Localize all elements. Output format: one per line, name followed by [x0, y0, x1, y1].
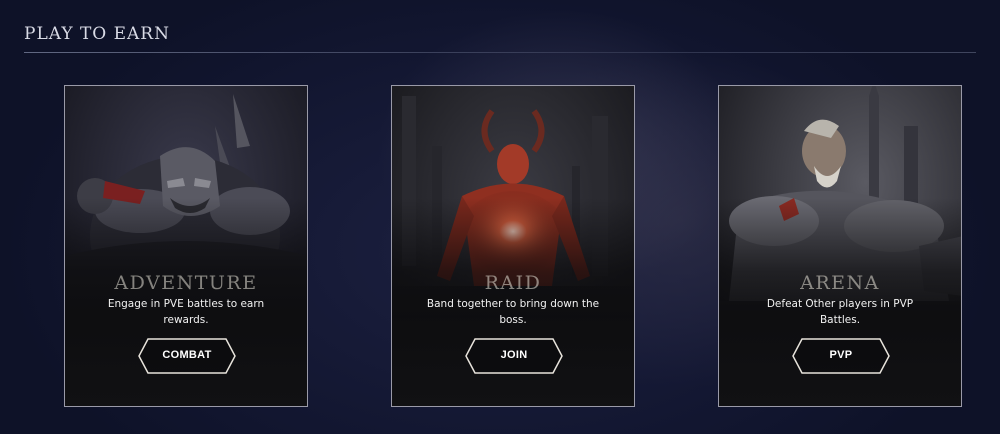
card-description: Defeat Other players in PVP Battles.	[766, 298, 914, 326]
join-button-label: JOIN	[500, 349, 528, 361]
card-arena[interactable]: ARENA Defeat Other players in PVP Battle…	[718, 85, 962, 407]
card-title: ADVENTURE	[114, 272, 258, 294]
join-button[interactable]: JOIN	[465, 338, 563, 374]
card-title: RAID	[484, 272, 542, 294]
card-description: Band together to bring down the boss.	[426, 298, 600, 326]
pvp-button[interactable]: PVP	[792, 338, 890, 374]
title-divider	[24, 52, 976, 53]
card-raid[interactable]: RAID Band together to bring down the bos…	[391, 85, 635, 407]
card-title: ARENA	[800, 272, 880, 294]
combat-button-label: COMBAT	[162, 349, 212, 361]
section-title: PLAY TO EARN	[24, 24, 170, 44]
pvp-button-label: PVP	[829, 349, 853, 361]
combat-button[interactable]: COMBAT	[138, 338, 236, 374]
card-adventure[interactable]: ADVENTURE Engage in PVE battles to earn …	[64, 85, 308, 407]
card-description: Engage in PVE battles to earn rewards.	[107, 298, 265, 326]
